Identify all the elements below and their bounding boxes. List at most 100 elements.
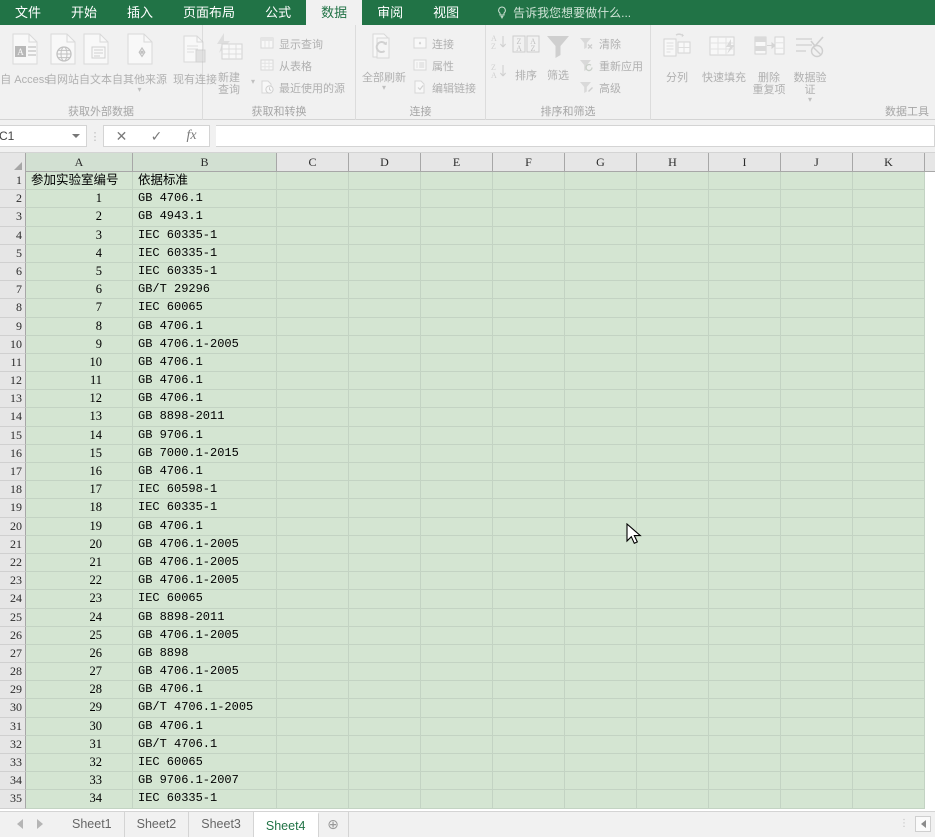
- ribbon-tab-insert[interactable]: 插入: [112, 0, 168, 25]
- row-header[interactable]: 34: [0, 772, 26, 791]
- formula-bar-grip[interactable]: ⋮: [87, 130, 103, 143]
- row-header[interactable]: 30: [0, 699, 26, 718]
- cell-J23[interactable]: [781, 572, 853, 591]
- cell-K5[interactable]: [853, 244, 925, 263]
- connections-button[interactable]: 连接: [408, 33, 481, 55]
- table-row[interactable]: 22 21 GB 4706.1-2005: [0, 553, 935, 573]
- cell-J32[interactable]: [781, 735, 853, 754]
- cell-H18[interactable]: [637, 481, 709, 500]
- cell-H29[interactable]: [637, 681, 709, 700]
- cell-I16[interactable]: [709, 444, 781, 463]
- cell-C12[interactable]: [277, 372, 349, 391]
- cell-J20[interactable]: [781, 517, 853, 536]
- cell-J17[interactable]: [781, 463, 853, 482]
- cell-J10[interactable]: [781, 335, 853, 354]
- cell-C25[interactable]: [277, 608, 349, 627]
- column-header-K[interactable]: K: [853, 153, 925, 171]
- cell-B1[interactable]: 依据标准: [133, 172, 277, 191]
- data-validation-button[interactable]: 数据验 证 ▾: [789, 29, 831, 104]
- table-row[interactable]: 15 14 GB 9706.1: [0, 426, 935, 445]
- cell-H26[interactable]: [637, 626, 709, 645]
- row-header[interactable]: 12: [0, 372, 26, 391]
- row-header[interactable]: 26: [0, 626, 26, 645]
- cell-G11[interactable]: [565, 353, 637, 373]
- cell-E34[interactable]: [421, 772, 493, 791]
- cell-G8[interactable]: [565, 299, 637, 318]
- row-header[interactable]: 6: [0, 262, 26, 282]
- cell-F35[interactable]: [493, 790, 565, 809]
- cell-K32[interactable]: [853, 735, 925, 754]
- cell-F22[interactable]: [493, 553, 565, 573]
- cell-E16[interactable]: [421, 444, 493, 463]
- cell-A3[interactable]: 2: [26, 208, 133, 227]
- cell-B4[interactable]: IEC 60335-1: [133, 226, 277, 245]
- cell-K20[interactable]: [853, 517, 925, 536]
- cell-C18[interactable]: [277, 481, 349, 500]
- sheet-tab-sheet2[interactable]: Sheet2: [125, 812, 190, 837]
- ribbon-tab-view[interactable]: 视图: [418, 0, 474, 25]
- cell-J24[interactable]: [781, 590, 853, 609]
- cell-H13[interactable]: [637, 390, 709, 409]
- cell-D18[interactable]: [349, 481, 421, 500]
- cell-F31[interactable]: [493, 717, 565, 736]
- cell-H22[interactable]: [637, 553, 709, 573]
- cell-G10[interactable]: [565, 335, 637, 354]
- cell-E13[interactable]: [421, 390, 493, 409]
- cell-A15[interactable]: 14: [26, 426, 133, 445]
- chevron-down-icon[interactable]: ▾: [808, 96, 812, 104]
- cell-E3[interactable]: [421, 208, 493, 227]
- cell-I13[interactable]: [709, 390, 781, 409]
- cell-C6[interactable]: [277, 262, 349, 282]
- cell-B19[interactable]: IEC 60335-1: [133, 499, 277, 518]
- cell-E19[interactable]: [421, 499, 493, 518]
- cell-C2[interactable]: [277, 190, 349, 209]
- cell-K8[interactable]: [853, 299, 925, 318]
- cell-F2[interactable]: [493, 190, 565, 209]
- cell-D2[interactable]: [349, 190, 421, 209]
- cell-H28[interactable]: [637, 663, 709, 682]
- ribbon-tab-formulas[interactable]: 公式: [250, 0, 306, 25]
- cell-C26[interactable]: [277, 626, 349, 645]
- cell-A7[interactable]: 6: [26, 281, 133, 300]
- from-access-button[interactable]: A 自 Access: [0, 29, 50, 86]
- cell-G3[interactable]: [565, 208, 637, 227]
- row-header[interactable]: 24: [0, 590, 26, 609]
- row-header[interactable]: 25: [0, 608, 26, 627]
- cell-I12[interactable]: [709, 372, 781, 391]
- sheet-tab-sheet1[interactable]: Sheet1: [60, 812, 125, 837]
- cell-G12[interactable]: [565, 372, 637, 391]
- row-header[interactable]: 35: [0, 790, 26, 809]
- cell-I9[interactable]: [709, 317, 781, 336]
- name-box[interactable]: C1: [0, 125, 87, 147]
- cell-A1[interactable]: 参加实验室编号: [26, 172, 133, 191]
- sort-descending-icon[interactable]: ZA: [490, 62, 510, 85]
- cell-G34[interactable]: [565, 772, 637, 791]
- row-header[interactable]: 32: [0, 735, 26, 754]
- cell-F7[interactable]: [493, 281, 565, 300]
- table-row[interactable]: 33 32 IEC 60065: [0, 754, 935, 773]
- cell-H8[interactable]: [637, 299, 709, 318]
- cell-D13[interactable]: [349, 390, 421, 409]
- cell-B32[interactable]: GB/T 4706.1: [133, 735, 277, 754]
- cell-G15[interactable]: [565, 426, 637, 445]
- cell-H11[interactable]: [637, 353, 709, 373]
- cell-D33[interactable]: [349, 754, 421, 773]
- cell-H9[interactable]: [637, 317, 709, 336]
- select-all-corner[interactable]: [0, 153, 26, 172]
- column-header-A[interactable]: A: [26, 153, 133, 171]
- flash-fill-button[interactable]: 快速填充: [699, 29, 749, 84]
- reapply-button[interactable]: 重新应用: [574, 55, 648, 77]
- cell-B6[interactable]: IEC 60335-1: [133, 262, 277, 282]
- row-header[interactable]: 15: [0, 426, 26, 445]
- table-row[interactable]: 2 1 GB 4706.1: [0, 190, 935, 209]
- cell-B8[interactable]: IEC 60065: [133, 299, 277, 318]
- table-row[interactable]: 14 13 GB 8898-2011: [0, 408, 935, 427]
- cell-D21[interactable]: [349, 535, 421, 554]
- cell-E17[interactable]: [421, 463, 493, 482]
- row-header[interactable]: 5: [0, 244, 26, 263]
- cell-F10[interactable]: [493, 335, 565, 354]
- cell-J15[interactable]: [781, 426, 853, 445]
- cell-C31[interactable]: [277, 717, 349, 736]
- cell-F13[interactable]: [493, 390, 565, 409]
- cell-F15[interactable]: [493, 426, 565, 445]
